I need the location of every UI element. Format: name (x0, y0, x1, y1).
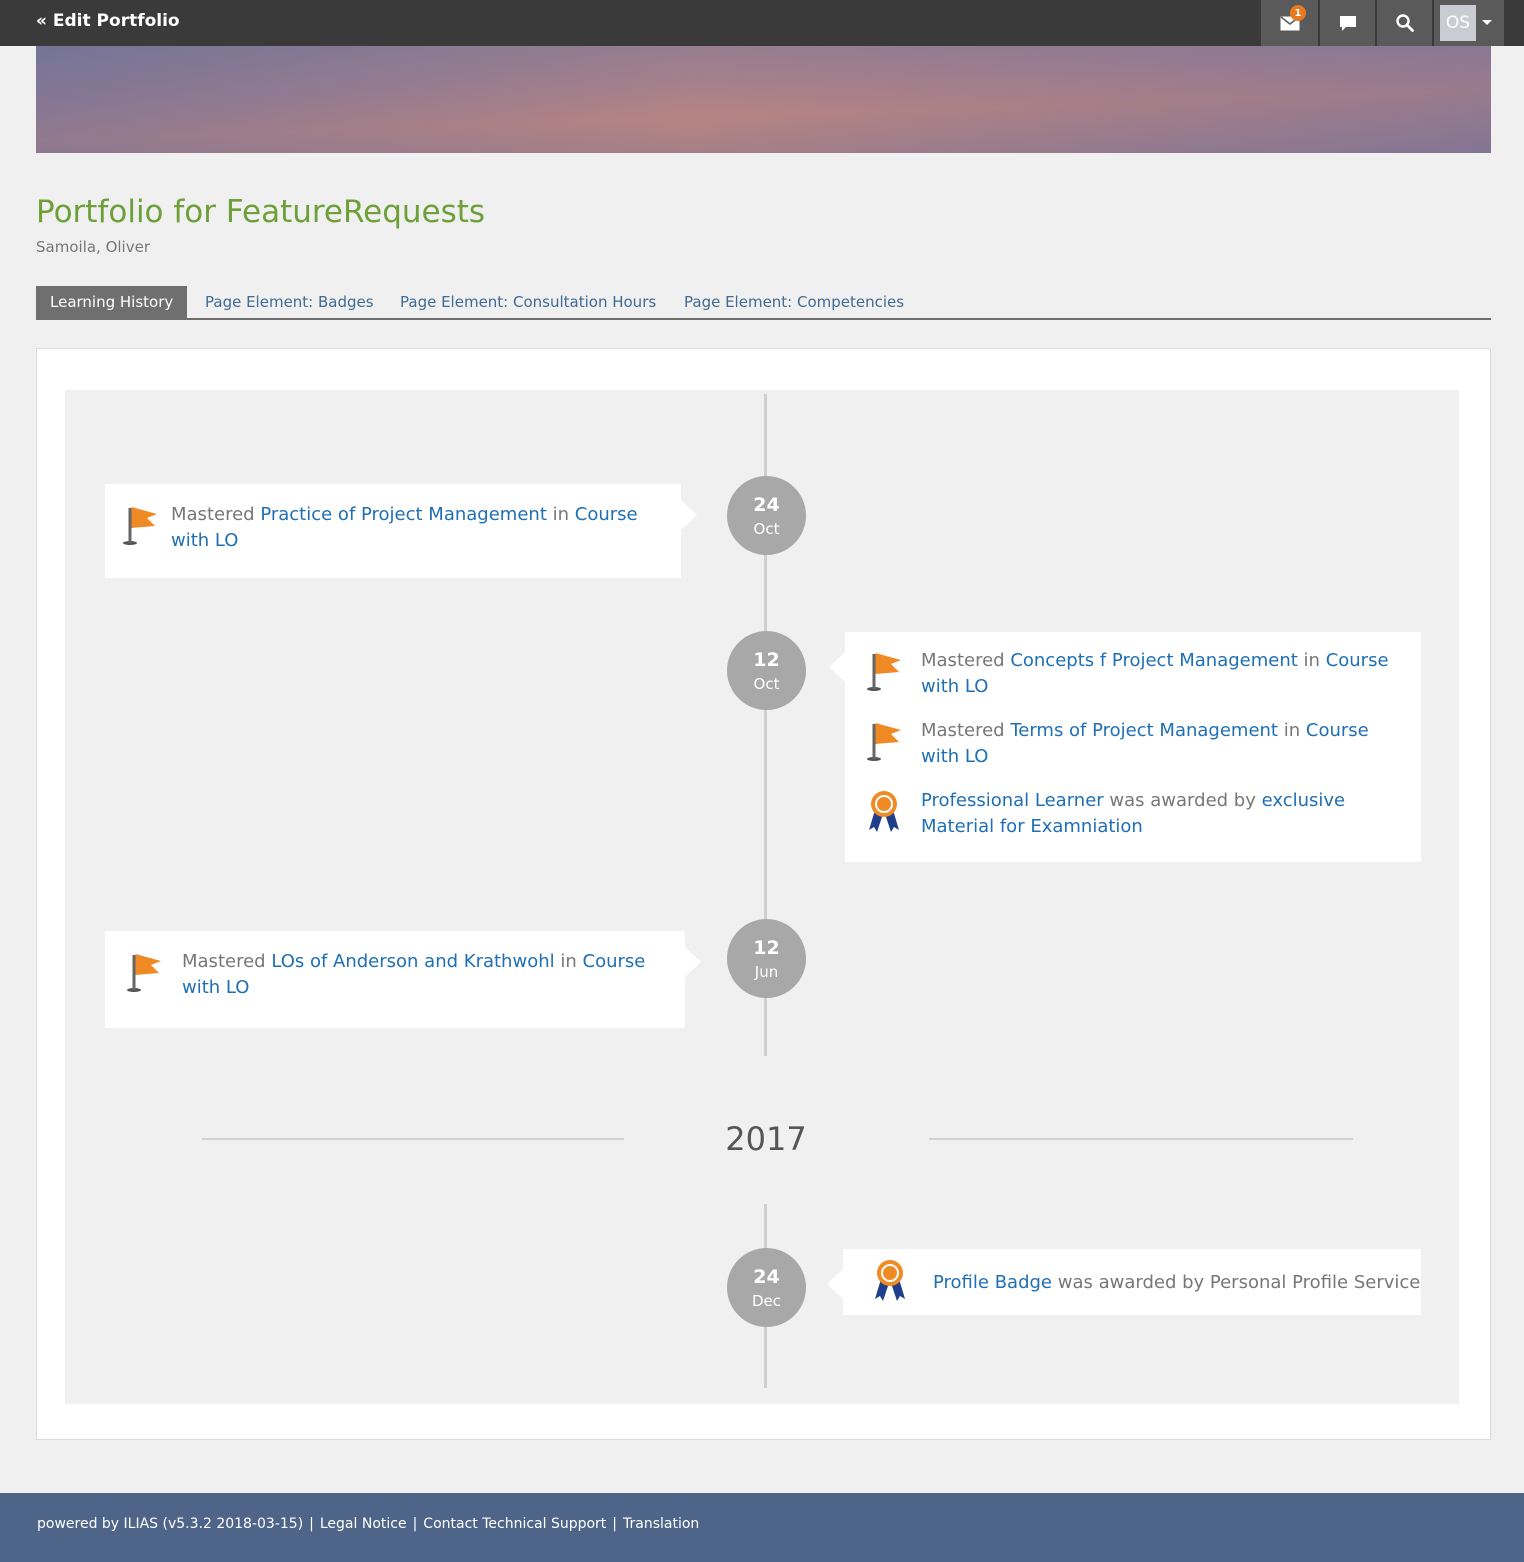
entry-prefix: Mastered (921, 720, 1005, 741)
chat-button[interactable] (1318, 0, 1375, 46)
date-day: 24 (753, 1266, 780, 1288)
footer-links: powered by ILIAS (v5.3.2 2018-03-15) | Leg… (37, 1516, 699, 1532)
tab-consultation-hours[interactable]: Page Element: Consultation Hours (400, 286, 656, 318)
portfolio-banner-image (36, 46, 1491, 153)
date-month: Oct (753, 675, 780, 693)
user-menu-button[interactable]: OS (1432, 0, 1504, 46)
flag-icon (127, 954, 161, 992)
flag-icon (867, 653, 901, 691)
search-button[interactable] (1375, 0, 1432, 46)
entry-prefix: Mastered (921, 650, 1005, 671)
footer-separator: | (612, 1516, 618, 1532)
objective-link[interactable]: Concepts f Project Management (1010, 650, 1297, 671)
entry-connector: in (560, 951, 577, 972)
mail-button[interactable]: 1 (1261, 0, 1318, 46)
date-month: Oct (753, 520, 780, 538)
entry-prefix: Mastered (171, 504, 255, 525)
date-day: 24 (753, 494, 780, 516)
edit-portfolio-link[interactable]: « Edit Portfolio (36, 11, 180, 31)
footer: powered by ILIAS (v5.3.2 2018-03-15) | Leg… (0, 1493, 1524, 1562)
timeline-card: Mastered Concepts f Project Management i… (829, 632, 1421, 862)
footer-separator: | (412, 1516, 418, 1532)
toolbar: 1 OS (1261, 0, 1504, 46)
chat-bubble-icon (1339, 15, 1356, 31)
chevron-down-icon (1482, 20, 1492, 25)
award-ribbon-icon (869, 791, 899, 832)
date-marker: 24 Oct (727, 476, 806, 555)
date-marker: 12 Jun (727, 919, 806, 998)
footer-separator: | (309, 1516, 314, 1532)
date-month: Dec (751, 1292, 782, 1310)
entry-connector: in (1283, 720, 1301, 741)
entry-connector: was awarded by Personal Profile Service (1057, 1272, 1421, 1293)
objective-link[interactable]: Practice of Project Management (260, 504, 547, 525)
timeline-card: Mastered Practice of Project Management … (105, 484, 697, 578)
award-ribbon-icon (875, 1260, 905, 1301)
objective-link[interactable]: Terms of Project Management (1010, 720, 1278, 741)
contact-support-link[interactable]: Contact Technical Support (423, 1516, 606, 1532)
tab-learning-history[interactable]: Learning History (36, 286, 188, 318)
date-month: Jun (754, 963, 779, 981)
legal-notice-link[interactable]: Legal Notice (320, 1516, 407, 1532)
tab-bar: Learning History Page Element: Badges Pa… (36, 286, 1491, 320)
objective-link[interactable]: LOs of Anderson and Krathwohl (271, 951, 554, 972)
entry-prefix: Mastered (182, 951, 266, 972)
avatar: OS (1440, 5, 1476, 41)
date-day: 12 (753, 649, 780, 671)
date-marker: 24 Dec (727, 1248, 806, 1327)
powered-by-text: powered by ILIAS (v5.3.2 2018-03-15) (37, 1516, 304, 1532)
entry-connector: in (1303, 650, 1320, 671)
timeline-card: Mastered LOs of Anderson and Krathwohl i… (105, 931, 701, 1028)
flag-icon (123, 507, 157, 545)
entry-connector: in (552, 504, 570, 525)
flag-icon (867, 723, 901, 761)
badge-link[interactable]: Profile Badge (933, 1272, 1052, 1293)
top-bar: « Edit Portfolio 1 OS (0, 0, 1524, 46)
timeline-card: Profile Badge was awarded by Personal Pr… (827, 1249, 1421, 1315)
year-divider-line (202, 1138, 624, 1140)
year-divider-line (929, 1138, 1353, 1140)
translation-link[interactable]: Translation (623, 1516, 699, 1532)
tab-badges[interactable]: Page Element: Badges (205, 286, 374, 318)
mail-count-badge: 1 (1290, 5, 1306, 21)
badge-link[interactable]: Professional Learner (921, 790, 1104, 811)
page-subtitle: Samoila, Oliver (36, 238, 150, 256)
search-icon (1395, 14, 1414, 32)
page-title: Portfolio for FeatureRequests (36, 194, 486, 230)
date-day: 12 (753, 937, 780, 959)
tab-competencies[interactable]: Page Element: Competencies (684, 286, 904, 318)
entry-connector: was awarded by (1109, 790, 1256, 811)
year-label: 2017 (725, 1120, 807, 1158)
date-marker: 12 Oct (727, 631, 806, 710)
